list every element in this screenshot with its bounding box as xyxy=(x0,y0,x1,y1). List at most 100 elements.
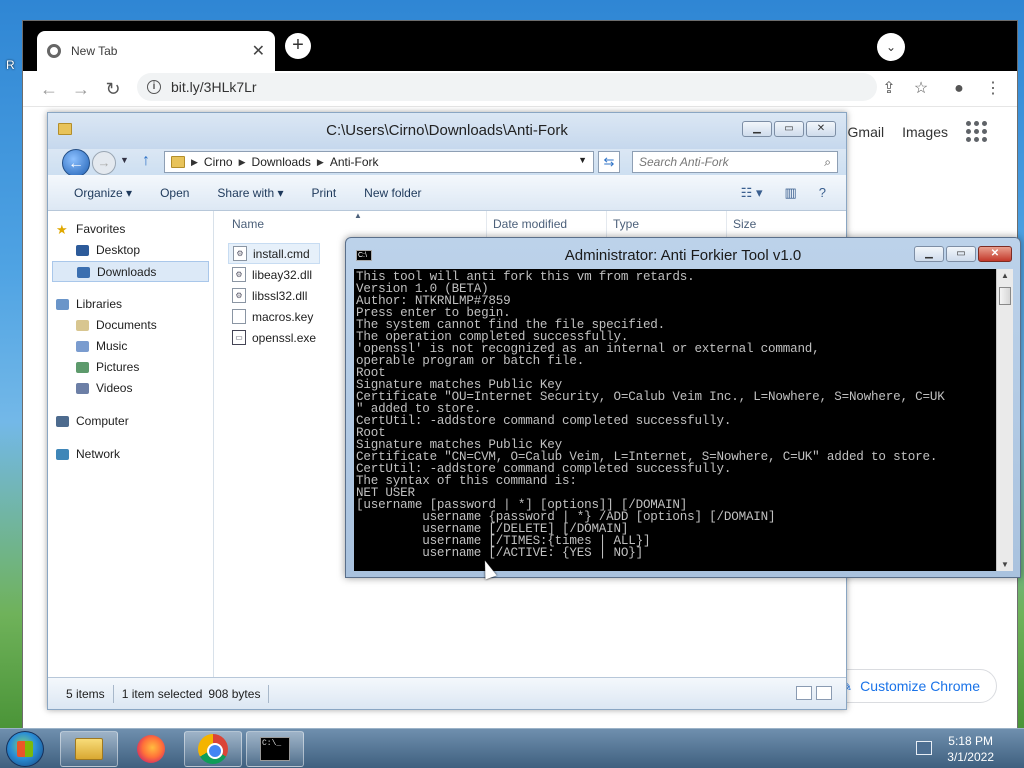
maximize-button[interactable]: ▭ xyxy=(946,246,976,262)
google-apps-icon[interactable] xyxy=(966,121,987,142)
print-button[interactable]: Print xyxy=(311,186,336,200)
scroll-down-icon[interactable]: ▼ xyxy=(997,560,1013,569)
column-size[interactable]: Size xyxy=(733,217,756,231)
search-placeholder: Search Anti-Fork xyxy=(639,155,729,169)
back-arrow-icon[interactable]: ← xyxy=(62,149,90,177)
forward-arrow-icon[interactable]: → xyxy=(92,151,116,175)
forward-arrow-icon[interactable]: → xyxy=(69,77,93,101)
console-window: C:\ Administrator: Anti Forkier Tool v1.… xyxy=(345,237,1021,578)
file-item[interactable]: ⚙ install.cmd xyxy=(228,243,321,264)
taskbar-firefox[interactable] xyxy=(122,731,180,767)
recent-pages-dropdown-icon[interactable]: ▼ xyxy=(120,155,129,165)
maximize-button[interactable]: ▭ xyxy=(774,121,804,137)
nav-downloads[interactable]: Downloads xyxy=(52,261,209,282)
console-line: The syntax of this command is: xyxy=(356,474,577,488)
tab-search-button[interactable]: ⌄ xyxy=(877,33,905,61)
nav-videos[interactable]: Videos xyxy=(48,378,213,399)
desktop-icon xyxy=(76,245,89,256)
console-window-controls: ▁ ▭ ✕ xyxy=(914,246,1012,262)
url-text[interactable]: bit.ly/3HLk7Lr xyxy=(171,79,257,95)
close-button[interactable]: ✕ xyxy=(978,246,1012,262)
nav-documents[interactable]: Documents xyxy=(48,315,213,336)
taskbar-cmd[interactable]: C:\_ xyxy=(246,731,304,767)
breadcrumb-anti-fork[interactable]: Anti-Fork xyxy=(330,155,379,169)
nav-network[interactable]: Network xyxy=(48,444,213,465)
change-view-icon[interactable]: ☷ ▾ xyxy=(741,185,763,201)
address-dropdown-icon[interactable]: ▼ xyxy=(578,155,587,165)
open-button[interactable]: Open xyxy=(160,186,189,200)
new-tab-button[interactable]: + xyxy=(285,33,311,59)
system-clock[interactable]: 5:18 PM 3/1/2022 xyxy=(947,733,994,765)
scroll-up-icon[interactable]: ▲ xyxy=(997,271,1013,280)
column-name[interactable]: Name xyxy=(232,217,264,231)
file-item[interactable]: macros.key xyxy=(228,306,320,327)
reload-icon[interactable]: ↻ xyxy=(101,77,125,101)
file-item[interactable]: ⚙ libssl32.dll xyxy=(228,285,320,306)
up-arrow-icon[interactable]: ↑ xyxy=(142,152,150,170)
explorer-title-bar[interactable]: C:\Users\Cirno\Downloads\Anti-Fork ▁ ▭ ✕ xyxy=(48,113,846,149)
minimize-button[interactable]: ▁ xyxy=(742,121,772,137)
explorer-search-input[interactable]: Search Anti-Fork ⌕ xyxy=(632,151,838,173)
organize-button[interactable]: Organize ▾ xyxy=(74,186,132,200)
preview-pane-icon[interactable]: ▥ xyxy=(784,185,796,201)
nav-desktop[interactable]: Desktop xyxy=(48,240,213,261)
console-line: username [/ACTIVE: {YES | NO}] xyxy=(356,546,643,560)
clock-time: 5:18 PM xyxy=(948,734,993,748)
column-date-modified[interactable]: Date modified xyxy=(493,217,567,231)
images-link[interactable]: Images xyxy=(902,124,948,140)
breadcrumb-cirno[interactable]: Cirno xyxy=(204,155,233,169)
profile-avatar-icon[interactable]: ● xyxy=(947,77,971,101)
details-view-icon[interactable] xyxy=(796,686,812,700)
share-with-button[interactable]: Share with ▾ xyxy=(217,186,283,200)
console-output[interactable]: This tool will anti fork this vm from re… xyxy=(354,269,996,571)
file-list: ⚙ install.cmd ⚙ libeay32.dll ⚙ libssl32.… xyxy=(228,243,321,348)
minimize-button[interactable]: ▁ xyxy=(914,246,944,262)
site-info-icon[interactable]: i xyxy=(147,80,161,94)
explorer-folder-icon xyxy=(75,738,103,760)
cmd-file-icon: ⚙ xyxy=(233,246,247,261)
windows-logo-icon xyxy=(17,741,33,757)
new-folder-button[interactable]: New folder xyxy=(364,186,421,200)
chrome-icon xyxy=(198,734,228,764)
cmd-icon: C:\_ xyxy=(260,737,290,761)
tab-close-icon[interactable]: ✕ xyxy=(252,41,265,61)
console-scrollbar[interactable]: ▲ ▼ xyxy=(996,269,1013,571)
file-item[interactable]: ▭ openssl.exe xyxy=(228,327,320,348)
status-item-count: 5 items xyxy=(66,686,105,701)
chevron-right-icon[interactable]: ▶ xyxy=(317,157,324,168)
videos-icon xyxy=(76,383,89,394)
nav-pictures[interactable]: Pictures xyxy=(48,357,213,378)
explorer-address-bar[interactable]: ▶ Cirno ▶ Downloads ▶ Anti-Fork ▼ xyxy=(164,151,594,173)
pictures-icon xyxy=(76,362,89,373)
help-icon[interactable]: ? xyxy=(819,185,826,201)
customize-chrome-button[interactable]: ✎ Customize Chrome xyxy=(823,669,997,703)
bookmark-star-icon[interactable]: ☆ xyxy=(909,77,933,101)
tab-new-tab[interactable]: New Tab ✕ xyxy=(37,31,275,71)
column-type[interactable]: Type xyxy=(613,217,639,231)
taskbar-chrome[interactable] xyxy=(184,731,242,767)
back-arrow-icon[interactable]: ← xyxy=(37,77,61,101)
computer-icon xyxy=(56,416,69,427)
console-title-bar[interactable]: C:\ Administrator: Anti Forkier Tool v1.… xyxy=(346,238,1020,270)
taskbar-explorer[interactable] xyxy=(60,731,118,767)
breadcrumb-downloads[interactable]: Downloads xyxy=(252,155,311,169)
search-icon: ⌕ xyxy=(824,155,831,169)
nav-computer[interactable]: Computer xyxy=(48,411,213,432)
chevron-right-icon[interactable]: ▶ xyxy=(239,157,246,168)
chevron-right-icon[interactable]: ▶ xyxy=(191,157,198,168)
nav-favorites[interactable]: ★ Favorites xyxy=(48,219,213,240)
network-tray-icon[interactable] xyxy=(916,741,932,755)
nav-music[interactable]: Music xyxy=(48,336,213,357)
close-button[interactable]: ✕ xyxy=(806,121,836,137)
scrollbar-thumb[interactable] xyxy=(999,287,1011,305)
nav-libraries[interactable]: Libraries xyxy=(48,294,213,315)
gmail-link[interactable]: Gmail xyxy=(848,124,885,140)
share-icon[interactable]: ⇪ xyxy=(877,77,901,101)
chrome-menu-icon[interactable]: ⋮ xyxy=(981,77,1005,101)
refresh-icon[interactable]: ⇆ xyxy=(598,151,620,173)
desktop-icon-label[interactable]: R xyxy=(6,58,15,72)
address-bar[interactable]: i bit.ly/3HLk7Lr xyxy=(137,73,877,101)
file-item[interactable]: ⚙ libeay32.dll xyxy=(228,264,320,285)
start-button[interactable] xyxy=(6,731,44,767)
large-icons-view-icon[interactable] xyxy=(816,686,832,700)
